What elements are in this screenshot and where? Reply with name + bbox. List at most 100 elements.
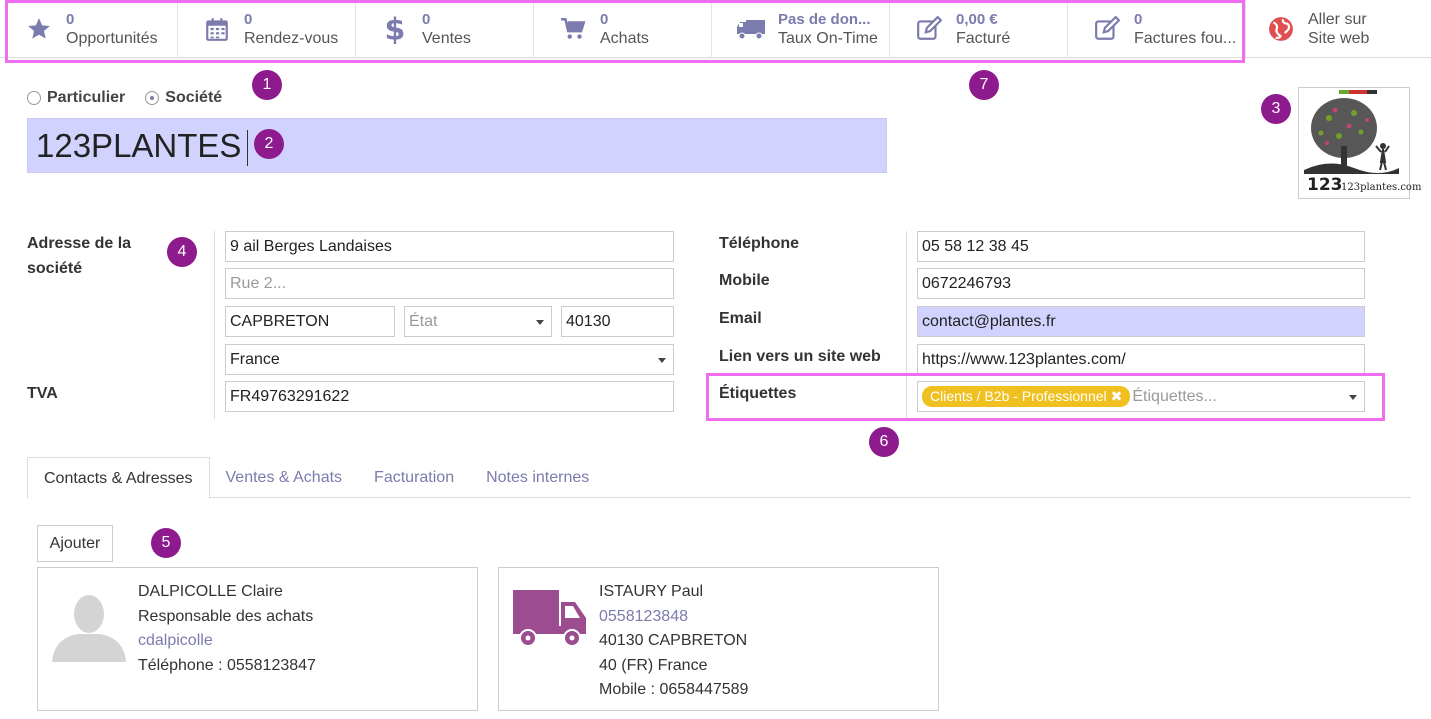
contact-name: ISTAURY Paul [599, 583, 704, 600]
individual-radio[interactable] [27, 91, 41, 105]
contact-card[interactable]: ISTAURY Paul 0558123848 40130 CAPBRETON … [498, 567, 939, 711]
tab-contacts-addresses[interactable]: Contacts & Adresses [27, 457, 210, 499]
stat-value: 0 [244, 11, 253, 28]
stat-sales-button[interactable]: $ 0 Ventes [356, 0, 534, 58]
company-name-input[interactable]: 123PLANTES [27, 118, 887, 173]
stat-value: 0 [66, 11, 75, 28]
address-label-line1: Adresse de la [27, 235, 132, 252]
add-contact-button[interactable]: Ajouter [37, 525, 113, 562]
stat-label: Opportunités [66, 30, 158, 47]
field-divider [906, 231, 907, 419]
vat-label: TVA [27, 385, 58, 402]
tags-placeholder: Étiquettes... [1132, 388, 1217, 405]
stat-button-bar: 0 Opportunités 0 Rendez-vous $ 0 Ventes 0 Ac… [0, 0, 1431, 58]
stat-value: 0 [600, 11, 609, 28]
tab-internal-notes[interactable]: Notes internes [470, 457, 605, 497]
company-radio[interactable] [145, 91, 160, 105]
callout-badge-5: 5 [151, 528, 181, 558]
company-name-value: 123PLANTES [36, 127, 242, 164]
website-line2: Site web [1308, 30, 1370, 47]
stat-label: Achats [600, 30, 649, 47]
dollar-icon: $ [380, 14, 410, 44]
callout-badge-6: 6 [869, 427, 899, 457]
stat-label: Ventes [422, 30, 471, 47]
street-input[interactable]: 9 ail Berges Landaises [225, 231, 674, 262]
globe-icon [1266, 14, 1296, 44]
chevron-down-icon [536, 320, 544, 325]
contact-name: DALPICOLLE Claire [138, 583, 283, 600]
callout-badge-4: 4 [167, 237, 197, 267]
calendar-icon [202, 14, 232, 44]
state-select[interactable]: État [404, 306, 552, 337]
street2-input[interactable]: Rue 2... [225, 268, 674, 299]
stat-label: Facturé [956, 30, 1011, 47]
contact-card[interactable]: DALPICOLLE Claire Responsable des achats… [37, 567, 478, 711]
website-line1: Aller sur [1308, 11, 1367, 28]
phone-input[interactable]: 05 58 12 38 45 [917, 231, 1365, 262]
svg-text:$: $ [385, 14, 406, 44]
phone-label: Téléphone [719, 235, 800, 252]
tags-label: Étiquettes [719, 385, 797, 402]
truck-icon [736, 14, 766, 44]
stat-value: 0 [1134, 11, 1143, 28]
star-icon [24, 14, 54, 44]
state-placeholder: État [409, 313, 438, 330]
tab-sales-purchases[interactable]: Ventes & Achats [210, 457, 359, 497]
company-type-selector: Particulier Société [27, 89, 222, 107]
chevron-down-icon [1349, 395, 1357, 400]
company-logo-image[interactable]: 123 123plantes.com [1298, 87, 1421, 199]
website-input[interactable]: https://www.123plantes.com/ [917, 344, 1365, 375]
company-label[interactable]: Société [165, 89, 222, 107]
contact-login[interactable]: cdalpicolle [138, 629, 316, 654]
edit-icon [1092, 14, 1122, 44]
stat-invoiced-button[interactable]: 0,00 € Facturé [890, 0, 1068, 58]
stat-meetings-button[interactable]: 0 Rendez-vous [178, 0, 356, 58]
website-label: Lien vers un site web [719, 348, 881, 365]
country-select[interactable]: France [225, 344, 674, 375]
tags-input[interactable]: Clients / B2b - Professionnel ✖ Étiquettes… [917, 381, 1365, 412]
contact-phone[interactable]: 0558123848 [599, 605, 748, 630]
truck-icon [513, 590, 586, 647]
stat-ontime-button[interactable]: Pas de don... Taux On-Time [712, 0, 890, 58]
callout-badge-1: 1 [252, 70, 282, 100]
cart-icon [558, 14, 588, 44]
mobile-label: Mobile [719, 272, 770, 289]
stat-label: Taux On-Time [778, 30, 878, 47]
notebook-tabs: Contacts & Adresses Ventes & Achats Fact… [27, 457, 1411, 499]
stat-value: Pas de don... [778, 11, 871, 28]
callout-badge-2: 2 [254, 129, 284, 159]
individual-label[interactable]: Particulier [47, 89, 125, 107]
city-input[interactable]: CAPBRETON [225, 306, 395, 337]
zip-input[interactable]: 40130 [561, 306, 674, 337]
vat-input[interactable]: FR49763291622 [225, 381, 674, 412]
go-to-website-button[interactable]: Aller sur Site web [1246, 0, 1421, 58]
stat-value: 0,00 € [956, 11, 998, 28]
callout-badge-3: 3 [1261, 94, 1291, 124]
stat-label: Rendez-vous [244, 30, 339, 47]
callout-badge-7: 7 [969, 70, 999, 100]
email-input[interactable]: contact@plantes.fr [917, 306, 1365, 337]
email-label: Email [719, 310, 762, 327]
contact-city: 40130 CAPBRETON [599, 632, 748, 649]
contact-role: Responsable des achats [138, 607, 314, 625]
tab-invoicing[interactable]: Facturation [358, 457, 470, 497]
contact-country: 40 (FR) France [599, 656, 708, 674]
stat-vendor-bills-button[interactable]: 0 Factures fou... [1068, 0, 1246, 58]
stat-label: Factures fou... [1134, 30, 1237, 47]
edit-icon [914, 14, 944, 44]
text-caret [247, 130, 249, 167]
avatar-icon [52, 595, 126, 662]
close-icon[interactable]: ✖ [1111, 388, 1123, 404]
chevron-down-icon [658, 358, 666, 363]
address-label: Adresse de la société [27, 231, 131, 281]
field-divider [214, 231, 215, 419]
stat-opportunities-button[interactable]: 0 Opportunités [0, 0, 178, 58]
logo-text: 123plantes.com [1341, 182, 1422, 193]
stat-purchases-button[interactable]: 0 Achats [534, 0, 712, 58]
address-label-line2: société [27, 260, 83, 277]
mobile-input[interactable]: 0672246793 [917, 268, 1365, 299]
tag-label: Clients / B2b - Professionnel [930, 388, 1107, 404]
country-value: France [230, 351, 280, 368]
contact-mobile: Mobile : 0658447589 [599, 681, 749, 698]
stat-value: 0 [422, 11, 431, 28]
